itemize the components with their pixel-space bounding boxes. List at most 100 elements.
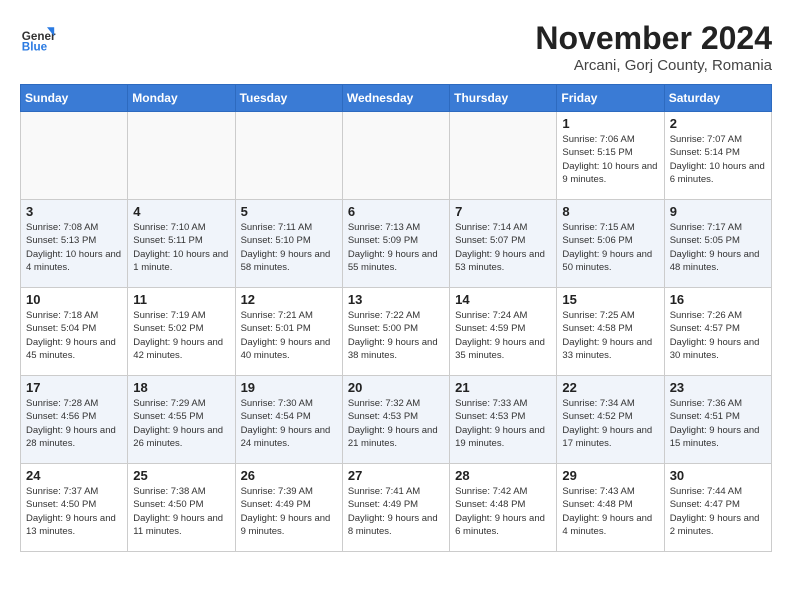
- calendar-header-row: SundayMondayTuesdayWednesdayThursdayFrid…: [21, 85, 772, 112]
- weekday-header: Friday: [557, 85, 664, 112]
- day-number: 11: [133, 292, 229, 307]
- day-info: Sunrise: 7:07 AM Sunset: 5:14 PM Dayligh…: [670, 133, 766, 186]
- calendar-day-cell: 15Sunrise: 7:25 AM Sunset: 4:58 PM Dayli…: [557, 288, 664, 376]
- day-info: Sunrise: 7:42 AM Sunset: 4:48 PM Dayligh…: [455, 485, 551, 538]
- calendar-day-cell: 22 Sunrise: 7:34 AM Sunset: 4:52 PM Dayli…: [557, 376, 664, 464]
- day-number: 9: [670, 204, 766, 219]
- month-year-title: November 2024: [535, 20, 772, 57]
- day-number: 27: [348, 468, 444, 483]
- calendar-day-cell: 26 Sunrise: 7:39 AM Sunset: 4:49 PM Dayli…: [235, 464, 342, 552]
- calendar-day-cell: 2 Sunrise: 7:07 AM Sunset: 5:14 PM Daylig…: [664, 112, 771, 200]
- weekday-header: Saturday: [664, 85, 771, 112]
- svg-text:Blue: Blue: [22, 41, 48, 54]
- calendar-day-cell: 30 Sunrise: 7:44 AM Sunset: 4:47 PM Dayli…: [664, 464, 771, 552]
- day-info: Sunrise: 7:33 AM Sunset: 4:53 PM Dayligh…: [455, 397, 551, 450]
- day-info: Sunrise: 7:44 AM Sunset: 4:47 PM Dayligh…: [670, 485, 766, 538]
- day-info: Sunrise: 7:21 AM Sunset: 5:01 PM Dayligh…: [241, 309, 337, 362]
- weekday-header: Tuesday: [235, 85, 342, 112]
- day-info: Sunrise: 7:32 AM Sunset: 4:53 PM Dayligh…: [348, 397, 444, 450]
- calendar-day-cell: [342, 112, 449, 200]
- day-info: Sunrise: 7:11 AM Sunset: 5:10 PM Dayligh…: [241, 221, 337, 274]
- calendar-day-cell: 6Sunrise: 7:13 AM Sunset: 5:09 PM Daylig…: [342, 200, 449, 288]
- title-section: November 2024 Arcani, Gorj County, Roman…: [535, 20, 772, 74]
- day-info: Sunrise: 7:29 AM Sunset: 4:55 PM Dayligh…: [133, 397, 229, 450]
- calendar-day-cell: 1Sunrise: 7:06 AM Sunset: 5:15 PM Daylig…: [557, 112, 664, 200]
- calendar-day-cell: 5 Sunrise: 7:11 AM Sunset: 5:10 PM Daylig…: [235, 200, 342, 288]
- weekday-header: Sunday: [21, 85, 128, 112]
- calendar-day-cell: 18Sunrise: 7:29 AM Sunset: 4:55 PM Dayli…: [128, 376, 235, 464]
- calendar-week-row: 3 Sunrise: 7:08 AM Sunset: 5:13 PM Daylig…: [21, 200, 772, 288]
- day-info: Sunrise: 7:28 AM Sunset: 4:56 PM Dayligh…: [26, 397, 122, 450]
- day-info: Sunrise: 7:18 AM Sunset: 5:04 PM Dayligh…: [26, 309, 122, 362]
- calendar-day-cell: 8Sunrise: 7:15 AM Sunset: 5:06 PM Daylig…: [557, 200, 664, 288]
- day-info: Sunrise: 7:43 AM Sunset: 4:48 PM Dayligh…: [562, 485, 658, 538]
- day-number: 2: [670, 116, 766, 131]
- calendar-body: 1Sunrise: 7:06 AM Sunset: 5:15 PM Daylig…: [21, 112, 772, 552]
- day-number: 23: [670, 380, 766, 395]
- day-number: 21: [455, 380, 551, 395]
- day-number: 5: [241, 204, 337, 219]
- day-number: 7: [455, 204, 551, 219]
- day-info: Sunrise: 7:41 AM Sunset: 4:49 PM Dayligh…: [348, 485, 444, 538]
- day-info: Sunrise: 7:39 AM Sunset: 4:49 PM Dayligh…: [241, 485, 337, 538]
- day-info: Sunrise: 7:17 AM Sunset: 5:05 PM Dayligh…: [670, 221, 766, 274]
- calendar-day-cell: 27 Sunrise: 7:41 AM Sunset: 4:49 PM Dayli…: [342, 464, 449, 552]
- calendar-day-cell: 3 Sunrise: 7:08 AM Sunset: 5:13 PM Daylig…: [21, 200, 128, 288]
- calendar-week-row: 24Sunrise: 7:37 AM Sunset: 4:50 PM Dayli…: [21, 464, 772, 552]
- day-info: Sunrise: 7:10 AM Sunset: 5:11 PM Dayligh…: [133, 221, 229, 274]
- day-info: Sunrise: 7:24 AM Sunset: 4:59 PM Dayligh…: [455, 309, 551, 362]
- location-subtitle: Arcani, Gorj County, Romania: [535, 57, 772, 74]
- calendar-day-cell: 13 Sunrise: 7:22 AM Sunset: 5:00 PM Dayli…: [342, 288, 449, 376]
- page-header: General Blue November 2024 Arcani, Gorj …: [20, 20, 772, 74]
- weekday-header: Monday: [128, 85, 235, 112]
- day-number: 12: [241, 292, 337, 307]
- day-number: 30: [670, 468, 766, 483]
- calendar-day-cell: [450, 112, 557, 200]
- calendar-day-cell: 9 Sunrise: 7:17 AM Sunset: 5:05 PM Daylig…: [664, 200, 771, 288]
- day-number: 28: [455, 468, 551, 483]
- calendar-day-cell: 19 Sunrise: 7:30 AM Sunset: 4:54 PM Dayli…: [235, 376, 342, 464]
- calendar-day-cell: 21 Sunrise: 7:33 AM Sunset: 4:53 PM Dayli…: [450, 376, 557, 464]
- day-number: 3: [26, 204, 122, 219]
- calendar-table: SundayMondayTuesdayWednesdayThursdayFrid…: [20, 84, 772, 552]
- calendar-day-cell: 28 Sunrise: 7:42 AM Sunset: 4:48 PM Dayli…: [450, 464, 557, 552]
- day-number: 13: [348, 292, 444, 307]
- day-info: Sunrise: 7:06 AM Sunset: 5:15 PM Dayligh…: [562, 133, 658, 186]
- day-info: Sunrise: 7:19 AM Sunset: 5:02 PM Dayligh…: [133, 309, 229, 362]
- calendar-day-cell: 10 Sunrise: 7:18 AM Sunset: 5:04 PM Dayli…: [21, 288, 128, 376]
- day-number: 20: [348, 380, 444, 395]
- calendar-week-row: 17Sunrise: 7:28 AM Sunset: 4:56 PM Dayli…: [21, 376, 772, 464]
- day-number: 22: [562, 380, 658, 395]
- day-number: 10: [26, 292, 122, 307]
- calendar-day-cell: 14Sunrise: 7:24 AM Sunset: 4:59 PM Dayli…: [450, 288, 557, 376]
- day-info: Sunrise: 7:38 AM Sunset: 4:50 PM Dayligh…: [133, 485, 229, 538]
- calendar-week-row: 1Sunrise: 7:06 AM Sunset: 5:15 PM Daylig…: [21, 112, 772, 200]
- calendar-day-cell: 17Sunrise: 7:28 AM Sunset: 4:56 PM Dayli…: [21, 376, 128, 464]
- day-info: Sunrise: 7:34 AM Sunset: 4:52 PM Dayligh…: [562, 397, 658, 450]
- calendar-day-cell: 7Sunrise: 7:14 AM Sunset: 5:07 PM Daylig…: [450, 200, 557, 288]
- calendar-day-cell: 24Sunrise: 7:37 AM Sunset: 4:50 PM Dayli…: [21, 464, 128, 552]
- day-info: Sunrise: 7:30 AM Sunset: 4:54 PM Dayligh…: [241, 397, 337, 450]
- day-info: Sunrise: 7:26 AM Sunset: 4:57 PM Dayligh…: [670, 309, 766, 362]
- calendar-day-cell: 25 Sunrise: 7:38 AM Sunset: 4:50 PM Dayli…: [128, 464, 235, 552]
- weekday-header: Thursday: [450, 85, 557, 112]
- logo-icon: General Blue: [20, 20, 56, 56]
- day-info: Sunrise: 7:13 AM Sunset: 5:09 PM Dayligh…: [348, 221, 444, 274]
- calendar-day-cell: 11 Sunrise: 7:19 AM Sunset: 5:02 PM Dayli…: [128, 288, 235, 376]
- day-number: 26: [241, 468, 337, 483]
- logo: General Blue: [20, 20, 56, 56]
- calendar-day-cell: 12 Sunrise: 7:21 AM Sunset: 5:01 PM Dayli…: [235, 288, 342, 376]
- day-number: 25: [133, 468, 229, 483]
- day-number: 8: [562, 204, 658, 219]
- day-info: Sunrise: 7:25 AM Sunset: 4:58 PM Dayligh…: [562, 309, 658, 362]
- calendar-day-cell: 23Sunrise: 7:36 AM Sunset: 4:51 PM Dayli…: [664, 376, 771, 464]
- calendar-day-cell: 29 Sunrise: 7:43 AM Sunset: 4:48 PM Dayli…: [557, 464, 664, 552]
- calendar-day-cell: 16 Sunrise: 7:26 AM Sunset: 4:57 PM Dayli…: [664, 288, 771, 376]
- day-info: Sunrise: 7:08 AM Sunset: 5:13 PM Dayligh…: [26, 221, 122, 274]
- day-number: 19: [241, 380, 337, 395]
- calendar-day-cell: [128, 112, 235, 200]
- day-number: 16: [670, 292, 766, 307]
- calendar-day-cell: [21, 112, 128, 200]
- day-info: Sunrise: 7:22 AM Sunset: 5:00 PM Dayligh…: [348, 309, 444, 362]
- day-number: 29: [562, 468, 658, 483]
